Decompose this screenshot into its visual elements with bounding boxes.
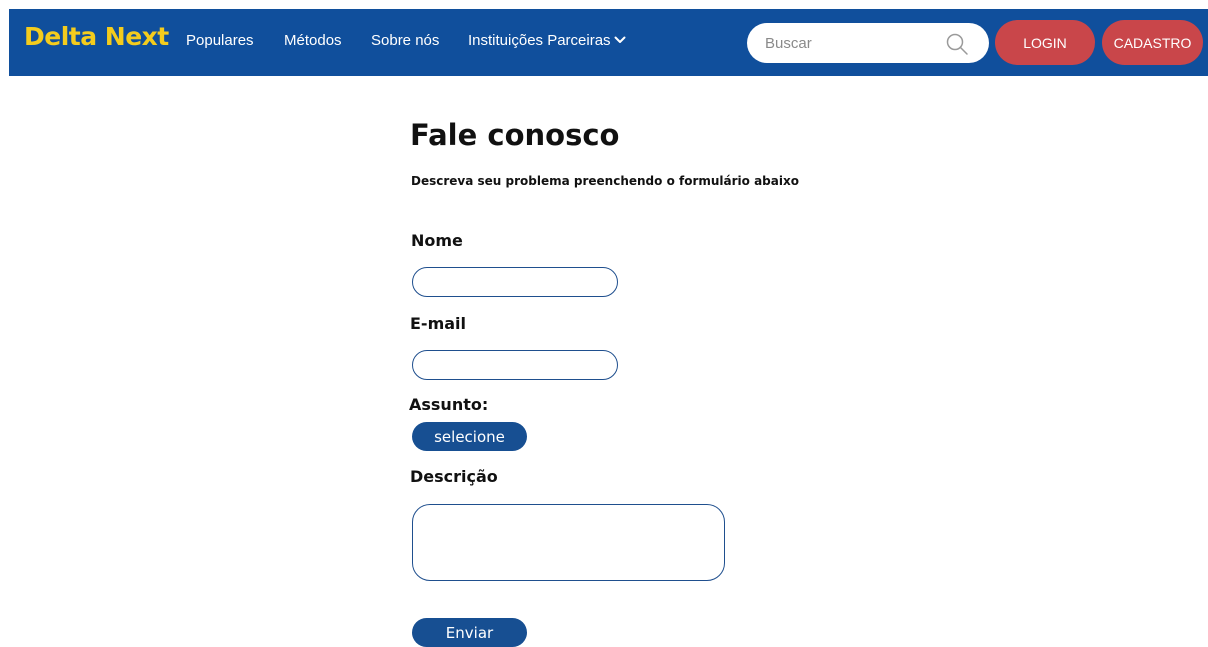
brand-logo[interactable]: Delta Next xyxy=(24,22,169,51)
page-title: Fale conosco xyxy=(410,118,620,152)
search-input[interactable] xyxy=(765,32,945,54)
page-subtitle: Descreva seu problema preenchendo o form… xyxy=(411,174,799,188)
chevron-down-icon xyxy=(614,36,626,44)
submit-button[interactable]: Enviar xyxy=(412,618,527,647)
description-label: Descrição xyxy=(410,467,498,486)
nav-dropdown-instituicoes[interactable]: Instituições Parceiras xyxy=(468,32,626,49)
search-box xyxy=(747,23,989,63)
nav-link-metodos[interactable]: Métodos xyxy=(284,32,342,49)
nav-dropdown-label: Instituições Parceiras xyxy=(468,32,611,49)
signup-button[interactable]: CADASTRO xyxy=(1102,20,1203,65)
subject-label: Assunto: xyxy=(409,395,489,414)
search-icon[interactable] xyxy=(945,32,969,56)
login-button[interactable]: LOGIN xyxy=(995,20,1095,65)
email-label: E-mail xyxy=(410,314,467,333)
name-field[interactable] xyxy=(412,267,618,297)
description-textarea[interactable] xyxy=(412,504,725,581)
nav-link-populares[interactable]: Populares xyxy=(186,32,254,49)
email-field[interactable] xyxy=(412,350,618,380)
name-label: Nome xyxy=(411,231,463,250)
top-navbar: Delta Next Populares Métodos Sobre nós I… xyxy=(9,9,1208,76)
subject-select[interactable]: selecione xyxy=(412,422,527,451)
nav-link-sobre-nos[interactable]: Sobre nós xyxy=(371,32,439,49)
